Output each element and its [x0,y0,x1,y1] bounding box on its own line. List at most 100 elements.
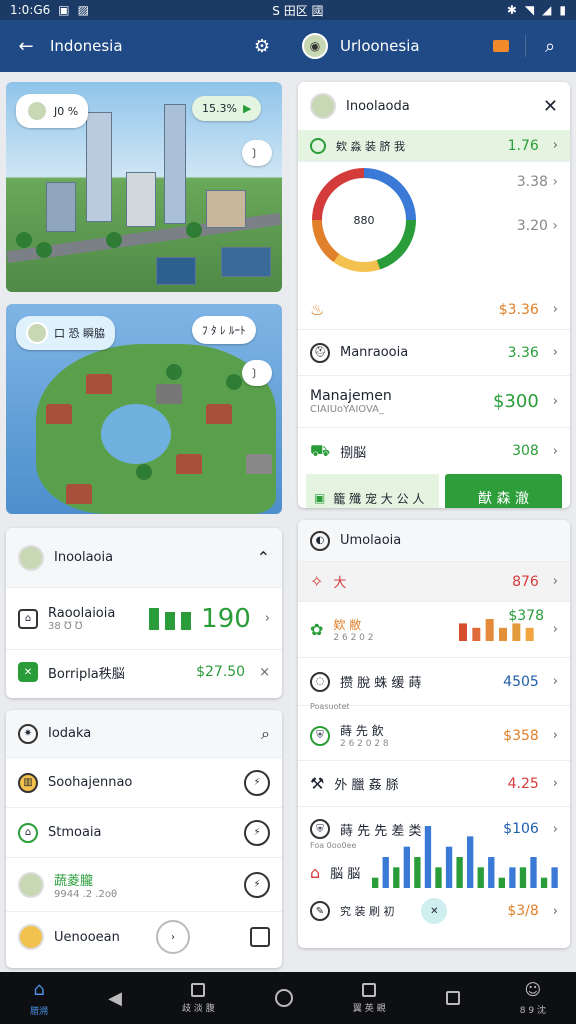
status-text: S 田区 國 [272,3,324,18]
expand-button[interactable]: 〕 [242,140,272,166]
action-icon[interactable]: ⚡ [244,819,270,846]
chart-bar [477,867,484,888]
bottom-nav: ⌂ 腊溯 ◀ 歧 淡 腹 翼 英 覡 ☺ 8 9 沈 [0,972,576,1024]
nav-item-4[interactable]: 翼 英 覡 [353,982,386,1014]
list-row[interactable]: ✿ 欸 敝2 6 2 0 2 $378 › [298,602,570,658]
list-row[interactable]: ⛨ 蒔 先 飲2 6 2 0 2 8 $358 › [298,711,570,761]
chevron-up-icon[interactable]: ⌃ [257,548,270,567]
summary-header[interactable]: Inoolaoia ⌃ [6,528,282,588]
avatar [18,871,44,898]
city-illustration[interactable]: J0 % 15.3% ▶ 〕 [6,82,282,292]
back-arrow-icon[interactable]: ← [14,34,38,58]
window-icon[interactable] [250,927,270,947]
list-row[interactable]: ◌ 攒 脫 蛛 缓 蒔 4505 › [298,658,570,706]
bar-chart-2 [372,826,558,888]
list-row[interactable]: ✧ 大 876 › [298,562,570,602]
percent-badge[interactable]: 15.3% ▶ [192,96,262,121]
nav-item-2[interactable]: 歧 淡 腹 [182,982,215,1014]
nav-profile[interactable]: ☺ 8 9 沈 [520,980,546,1016]
chart-bar [498,627,507,641]
nav-home[interactable]: ⌂ 腊溯 [30,979,48,1017]
island-illustration[interactable]: 口 恐 瞬脇 ﾌ ﾀ ﾚ ﾙｰﾄ 〕 [6,304,282,514]
helmet-icon: ⛑ [310,342,330,363]
chart-bar [540,877,548,888]
detail-header: Inoolaoda ✕ [298,82,570,130]
check-icon [310,137,326,154]
status-bar: 1:0:G6 ▣ ▨ S 田区 國 ✱ ◥ ◢ ▮ [0,0,576,20]
action-icon[interactable]: ⚡ [244,769,270,796]
chart-bar [458,622,467,641]
app-bar: ← Indonesia ⚙ ◉ Urloonesia ⌕ [0,20,576,72]
island-title-badge: 口 恐 瞬脇 [16,316,115,350]
info-icon: ◌ [310,671,330,692]
tag-icon[interactable] [489,34,513,58]
profile-icon: ☺ [524,980,542,999]
leaf-icon: ✿ [310,620,324,639]
detail-row[interactable]: 欸 淼 装 脐 我 1.76 › [298,130,570,162]
list-item[interactable]: ▥ Soohajennao ⚡ [6,758,282,808]
left-column: J0 % 15.3% ▶ 〕 口 恐 瞬脇 ﾌ ﾀ ﾚ ﾙｰﾄ 〕 Inoolao… [6,82,282,968]
secondary-button[interactable]: ▣ 籠 殲 宠 大 公 人 [306,474,439,508]
nav-home-circle[interactable] [274,989,293,1007]
square-icon [445,991,460,1005]
chart-bar [467,836,474,888]
circle-icon [274,989,293,1007]
list-row[interactable]: ⚒ 外 臘 姦 脎 4.25 › [298,761,570,807]
city-badge: J0 % [16,94,89,128]
right-title: Urloonesia [340,37,420,55]
building-icon: ▥ [18,772,38,793]
detail-row[interactable]: Manajemen CIAIUoYAIOVA_ $300 › [298,376,570,428]
person-avatar [26,322,48,344]
summary-title: Inoolaoia [54,550,114,565]
summary-card: Inoolaoia ⌃ ⌂ Raoolaioia 38 ℧ ℧ 190 › ✕ Bo… [6,528,282,698]
right-appbar: ◉ Urloonesia ⌕ [288,20,576,72]
list-item[interactable]: Uenooean › [6,912,282,962]
shield-icon: ⛨ [310,819,330,839]
edit-icon: ✎ [310,901,330,921]
x-circle-icon[interactable]: ✕ [421,898,448,924]
compass-icon: ✷ [18,723,38,744]
back-triangle-icon: ◀ [108,987,122,1009]
battery-icon: ▮ [559,3,566,17]
clock: 1:0:G6 [10,3,51,17]
chart-bar [551,867,558,888]
next-arrow-icon[interactable]: › [156,920,190,954]
chart-bar [445,846,453,888]
nav-recent[interactable] [445,991,460,1005]
list-row[interactable]: ✎ 究 装 刷 初 ✕ $3/8 › [298,892,570,930]
primary-button[interactable]: 猷 森 澈 [445,474,562,508]
chart-bar [472,627,481,641]
list-item[interactable]: 蔬菱朧 9944 .2 .2oθ ⚡ [6,858,282,912]
detail-row[interactable]: ⛟ 捌脳 308 › [298,428,570,474]
route-tag[interactable]: ﾌ ﾀ ﾚ ﾙｰﾄ [192,316,256,344]
list-item[interactable]: ⌂ Stmoaia ⚡ [6,808,282,858]
chart-bar [485,618,494,641]
gauge-area: 880 3.38 › 3.20 › [298,162,570,290]
car-icon: ⛟ [310,440,331,460]
search-icon[interactable]: ⌕ [538,34,562,58]
chart-bar [456,857,463,888]
summary-row-2[interactable]: ✕ Borripla秩脳 $27.50 × [6,650,282,694]
detail-row[interactable]: ⛑ Manraooia 3.36 › [298,330,570,376]
left-title: Indonesia [50,37,123,55]
chart-bar [525,627,534,641]
detail-row[interactable]: ♨ $3.36 › [298,290,570,330]
chart-bar [403,846,410,888]
right-column: Inoolaoda ✕ 欸 淼 装 脐 我 1.76 › 880 3.38 › 3.… [298,82,570,948]
avatar[interactable]: ◉ [302,33,328,59]
x-box-icon: ✕ [18,662,38,682]
expand-button[interactable]: 〕 [242,360,272,386]
avatar [18,924,44,950]
chart-bar [498,877,505,888]
chart-bar [509,867,516,888]
search-icon[interactable]: ⌕ [261,724,270,744]
gallery-icon: ▨ [77,3,89,17]
nav-back[interactable]: ◀ [108,988,122,1009]
chart-bar [372,877,379,888]
person-avatar [26,100,48,122]
close-icon[interactable]: ✕ [543,96,558,117]
action-icon[interactable]: ⚡ [244,871,270,898]
temple-icon: ⌂ [18,822,38,843]
settings-gear-icon[interactable]: ⚙ [250,34,274,58]
summary-row-1[interactable]: ⌂ Raoolaioia 38 ℧ ℧ 190 › [6,588,282,650]
